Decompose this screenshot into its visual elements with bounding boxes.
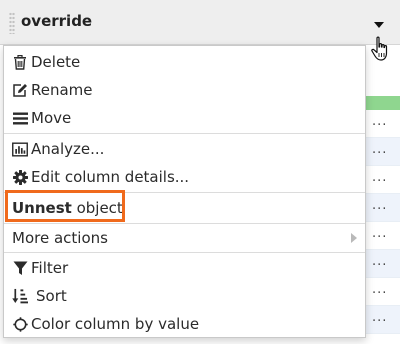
column-quality-bar	[360, 96, 400, 110]
menu-item-label: Move	[31, 109, 72, 127]
menu-item-label: Color column by value	[31, 315, 200, 333]
bars-icon	[12, 110, 28, 126]
cell-ellipsis: ...	[372, 226, 388, 241]
menu-item-analyze[interactable]: Analyze...	[4, 135, 365, 163]
menu-item-edit-column-details[interactable]: Edit column details...	[4, 163, 365, 191]
menu-item-color-column-by-value[interactable]: Color column by value	[4, 310, 365, 338]
gear-icon	[12, 169, 28, 185]
menu-item-sort[interactable]: Sort	[4, 282, 365, 310]
filter-icon	[12, 260, 28, 276]
cell-ellipsis: ...	[372, 114, 388, 129]
color-icon	[12, 316, 28, 332]
menu-item-more-actions[interactable]: More actions	[4, 224, 365, 252]
caret-down-icon[interactable]	[374, 22, 384, 28]
cell-ellipsis: ...	[372, 282, 388, 297]
menu-item-filter[interactable]: Filter	[4, 254, 365, 282]
menu-item-label: Sort	[36, 287, 67, 305]
highlight-annotation-box	[5, 190, 125, 222]
menu-divider	[4, 133, 365, 134]
cell-ellipsis: ...	[372, 310, 388, 325]
dataset-view: override ... ... ... ... ... ... ... ...	[0, 0, 400, 344]
cell-ellipsis: ...	[372, 254, 388, 269]
column-context-menu: Delete Rename Move Analyze... Edit colum…	[3, 45, 366, 338]
menu-item-move[interactable]: Move	[4, 104, 365, 132]
trash-icon	[12, 54, 28, 70]
menu-item-label: Delete	[31, 53, 81, 71]
chevron-right-icon	[351, 233, 357, 243]
edit-icon	[12, 82, 28, 98]
drag-handle-icon[interactable]	[9, 12, 15, 34]
column-header[interactable]: override	[0, 0, 400, 45]
menu-item-label: Analyze...	[31, 140, 105, 158]
cell-ellipsis: ...	[372, 198, 388, 213]
menu-divider	[4, 252, 365, 253]
bar-chart-icon	[12, 141, 28, 157]
menu-item-delete[interactable]: Delete	[4, 48, 365, 76]
hand-cursor-icon	[370, 36, 394, 62]
column-name: override	[21, 12, 93, 30]
cell-ellipsis: ...	[372, 142, 388, 157]
menu-item-label: Edit column details...	[31, 168, 190, 186]
sort-icon	[12, 288, 28, 304]
menu-item-label: More actions	[12, 229, 108, 247]
menu-item-rename[interactable]: Rename	[4, 76, 365, 104]
menu-item-label: Filter	[31, 259, 69, 277]
cell-ellipsis: ...	[372, 170, 388, 185]
menu-item-label: Rename	[31, 81, 93, 99]
